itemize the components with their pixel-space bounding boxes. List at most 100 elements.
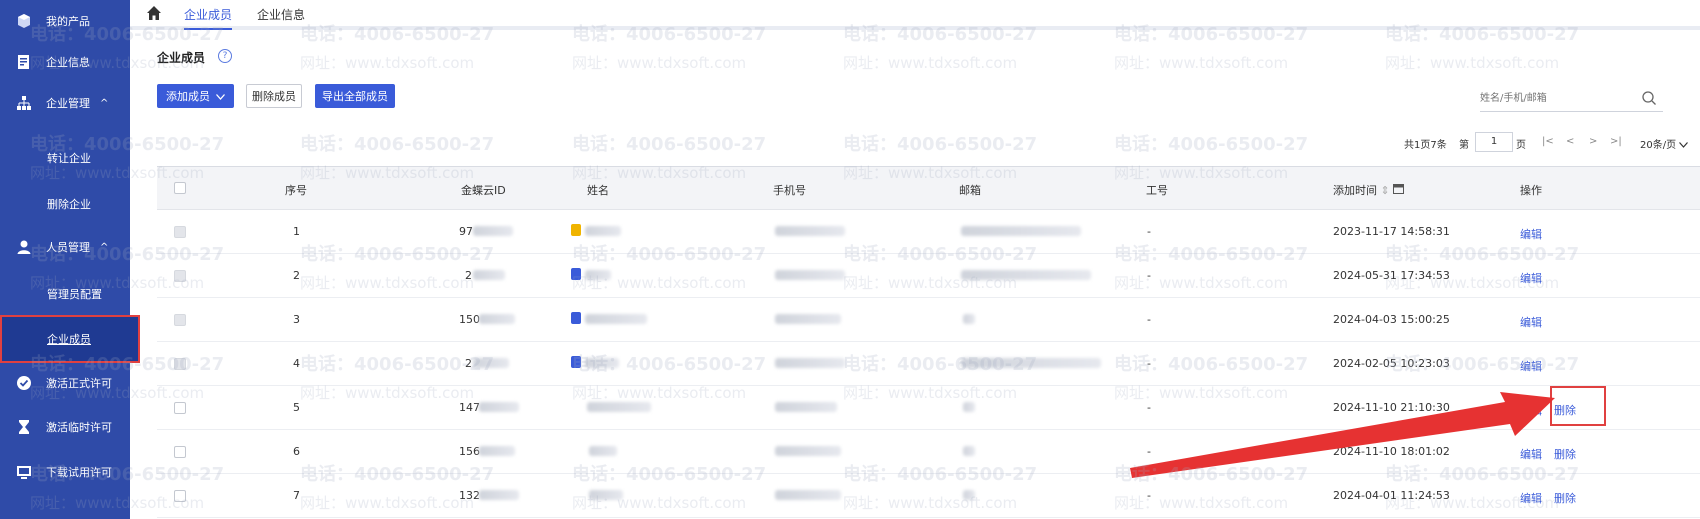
delete-link[interactable]: 删除 [1554, 446, 1576, 462]
search-icon[interactable] [1641, 90, 1657, 106]
delete-member-button[interactable]: 删除成员 [246, 84, 302, 108]
row-cloud-id: 147 [459, 401, 480, 414]
edit-link[interactable]: 编辑 [1520, 490, 1542, 506]
sidebar-item-personnel-management[interactable]: 人员管理 ^ [0, 232, 130, 262]
sidebar-item-label: 激活临时许可 [46, 421, 112, 434]
table-header: 序号 金蝶云ID 姓名 手机号 邮箱 工号 添加时间 ⇕ 操作 [157, 167, 1700, 210]
last-page-icon[interactable]: >| [1610, 136, 1622, 147]
row-index: 1 [293, 225, 300, 238]
user-icon [16, 239, 32, 255]
row-added-time: 2024-11-10 21:10:30 [1333, 401, 1450, 414]
col-actions: 操作 [1520, 184, 1542, 197]
sidebar-item-company-management[interactable]: 企业管理 ^ [0, 88, 130, 118]
home-icon[interactable] [146, 5, 162, 21]
redacted-id [473, 226, 513, 236]
edit-link[interactable]: 编辑 [1520, 358, 1542, 374]
redacted-phone [775, 490, 841, 500]
avatar [571, 268, 581, 280]
sidebar-sub-admin-config[interactable]: 管理员配置 [47, 286, 102, 302]
avatar [571, 356, 581, 368]
row-employee-no: - [1147, 313, 1151, 326]
row-checkbox[interactable] [174, 270, 186, 282]
members-table: 序号 金蝶云ID 姓名 手机号 邮箱 工号 添加时间 ⇕ 操作 1 97 - 2… [157, 166, 1700, 519]
row-index: 4 [293, 357, 300, 370]
select-all-checkbox[interactable] [174, 182, 186, 194]
edit-link[interactable]: 编辑 [1520, 446, 1542, 462]
row-checkbox[interactable] [174, 314, 186, 326]
watermark-site: 网址：www.tdxsoft.com [843, 54, 1018, 72]
watermark-site: 网址：www.tdxsoft.com [1385, 54, 1560, 72]
first-page-icon[interactable]: |< [1542, 136, 1554, 147]
edit-link[interactable]: 编辑 [1520, 226, 1542, 242]
tab-company-info[interactable]: 企业信息 [257, 6, 305, 23]
sidebar-item-label: 激活正式许可 [46, 377, 112, 390]
sidebar-item-label: 下载试用许可 [46, 466, 112, 479]
row-index: 3 [293, 313, 300, 326]
redacted-email [961, 358, 1101, 368]
row-cloud-id: 2 [465, 269, 472, 282]
col-cloud-id: 金蝶云ID [461, 184, 506, 197]
page-title: 企业成员 [157, 51, 206, 65]
avatar [571, 312, 581, 324]
sidebar-item-my-products[interactable]: 我的产品 [0, 6, 130, 36]
sidebar-sub-transfer-company[interactable]: 转让企业 [47, 150, 91, 166]
watermark-site: 网址：www.tdxsoft.com [572, 54, 747, 72]
col-phone: 手机号 [773, 184, 806, 197]
pager-page-prefix: 第 [1459, 140, 1469, 151]
sidebar-sub-delete-company[interactable]: 删除企业 [47, 196, 91, 212]
delete-link[interactable]: 删除 [1554, 490, 1576, 506]
row-added-time: 2024-04-03 15:00:25 [1333, 313, 1450, 326]
redacted-phone [775, 270, 845, 280]
chevron-up-icon: ^ [100, 97, 109, 109]
sidebar-item-label: 人员管理 [46, 241, 90, 254]
sidebar-item-label: 企业管理 [46, 97, 90, 110]
sidebar-item-download-trial-license[interactable]: 下载试用许可 [0, 457, 130, 487]
row-index: 2 [293, 269, 300, 282]
hourglass-icon [16, 419, 32, 435]
redacted-phone [775, 226, 845, 236]
redacted-name [589, 490, 623, 500]
edit-link[interactable]: 编辑 [1520, 314, 1542, 330]
calendar-icon[interactable] [1393, 184, 1405, 197]
row-cloud-id: 2 [465, 357, 472, 370]
row-checkbox[interactable] [174, 402, 186, 414]
col-added-time[interactable]: 添加时间 ⇕ [1333, 182, 1405, 198]
search-box [1480, 86, 1663, 112]
redacted-email [963, 402, 975, 412]
row-cloud-id: 132 [459, 489, 480, 502]
help-icon[interactable]: ? [218, 49, 232, 63]
row-index: 6 [293, 445, 300, 458]
row-checkbox[interactable] [174, 358, 186, 370]
sidebar-item-company-info[interactable]: 企业信息 [0, 47, 130, 77]
search-input[interactable] [1480, 86, 1630, 110]
row-checkbox[interactable] [174, 446, 186, 458]
sidebar-item-activate-formal-license[interactable]: 激活正式许可 [0, 368, 130, 398]
edit-link[interactable]: 编辑 [1520, 402, 1542, 418]
redacted-name [589, 446, 617, 456]
redacted-id [479, 314, 515, 324]
col-index: 序号 [285, 184, 307, 197]
row-checkbox[interactable] [174, 226, 186, 238]
page-size-select[interactable]: 20条/页 [1640, 136, 1689, 151]
chevron-down-icon [1679, 142, 1689, 148]
next-page-icon[interactable]: > [1589, 136, 1597, 147]
row-employee-no: - [1147, 445, 1151, 458]
monitor-icon [16, 464, 32, 480]
page-number-input[interactable]: 1 [1475, 132, 1513, 152]
sidebar-sub-company-members[interactable]: 企业成员 [47, 331, 91, 347]
row-checkbox[interactable] [174, 490, 186, 502]
export-all-button[interactable]: 导出全部成员 [315, 84, 395, 108]
sidebar-item-activate-temp-license[interactable]: 激活临时许可 [0, 412, 130, 442]
edit-link[interactable]: 编辑 [1520, 270, 1542, 286]
pager-page-suffix: 页 [1516, 140, 1526, 151]
page-size-value: 20条/页 [1640, 140, 1677, 151]
tab-company-members[interactable]: 企业成员 [184, 6, 233, 30]
chevron-up-icon: ^ [100, 241, 109, 253]
row-employee-no: - [1147, 489, 1151, 502]
watermark-site: 网址：www.tdxsoft.com [300, 54, 475, 72]
prev-page-icon[interactable]: < [1566, 136, 1574, 147]
add-member-button[interactable]: 添加成员 [157, 84, 234, 108]
top-nav: 企业成员 企业信息 [130, 0, 1700, 30]
sort-icon[interactable]: ⇕ [1381, 184, 1390, 197]
redacted-email [963, 490, 975, 500]
